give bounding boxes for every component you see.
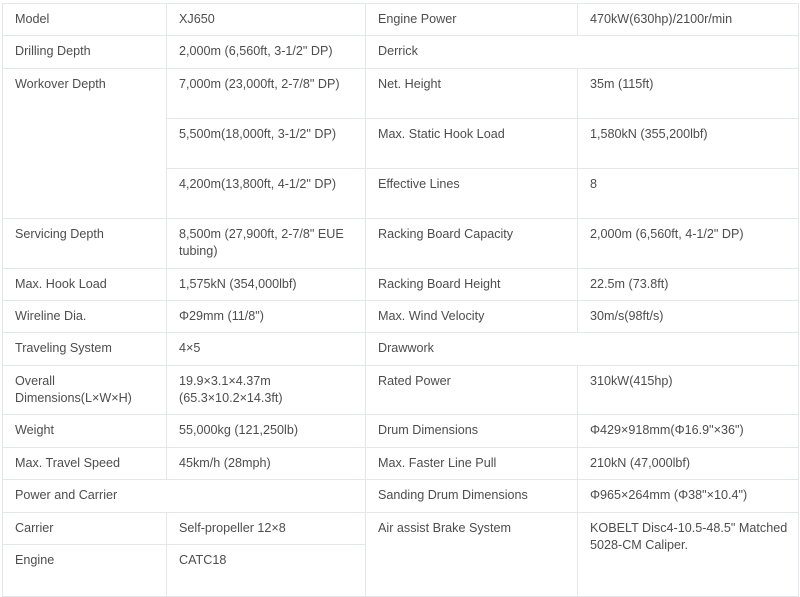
section-header-drawwork: Drawwork [365, 332, 799, 366]
row-value-drum-dimensions: Φ429×918mm(Φ16.9"×36") [577, 414, 799, 448]
row-label-max-static-hook-load: Max. Static Hook Load [365, 117, 578, 169]
section-header-derrick: Derrick [365, 35, 799, 69]
row-value-weight: 55,000kg (121,250lb) [166, 414, 366, 448]
specification-table-container: Model XJ650 Engine Power 470kW(630hp)/21… [0, 0, 800, 597]
row-label-drilling-depth: Drilling Depth [2, 35, 167, 69]
specification-table-body: Model XJ650 Engine Power 470kW(630hp)/21… [2, 2, 799, 597]
row-value-effective-lines: 8 [577, 167, 799, 219]
table-row: Overall Dimensions(L×W×H) 19.9×3.1×4.37m… [2, 364, 799, 416]
row-value-air-assist-brake-system: KOBELT Disc4-10.5-48.5" Matched 5028-CM … [577, 511, 799, 597]
row-label-servicing-depth: Servicing Depth [2, 217, 167, 269]
row-label-drum-dimensions: Drum Dimensions [365, 414, 578, 448]
row-label-max-wind-velocity: Max. Wind Velocity [365, 299, 578, 334]
row-label-engine-power: Engine Power [365, 2, 578, 37]
row-value-engine-power: 470kW(630hp)/2100r/min [577, 2, 799, 37]
row-label-racking-board-capacity: Racking Board Capacity [365, 217, 578, 269]
row-label-racking-board-height: Racking Board Height [365, 267, 578, 301]
table-row: Workover Depth 7,000m (23,000ft, 2-7/8" … [2, 67, 799, 219]
table-row: Carrier Self-propeller 12×8 Air assist B… [2, 511, 799, 597]
table-row: Wireline Dia. Φ29mm (11/8") Max. Wind Ve… [2, 299, 799, 334]
row-label-max-hook-load: Max. Hook Load [2, 267, 167, 301]
row-value-max-hook-load: 1,575kN (354,000lbf) [166, 267, 366, 301]
row-label-traveling-system: Traveling System [2, 332, 167, 366]
row-value-engine: CATC18 [166, 543, 366, 597]
row-value-max-static-hook-load: 1,580kN (355,200lbf) [577, 117, 799, 169]
row-value-carrier: Self-propeller 12×8 [166, 511, 366, 545]
table-row: Model XJ650 Engine Power 470kW(630hp)/21… [2, 2, 799, 37]
row-value-max-wind-velocity: 30m/s(98ft/s) [577, 299, 799, 334]
row-value-workover-depth-2: 5,500m(18,000ft, 3-1/2" DP) [166, 117, 366, 169]
row-value-servicing-depth: 8,500m (27,900ft, 2-7/8" EUE tubing) [166, 217, 366, 269]
row-value-workover-depth-1: 7,000m (23,000ft, 2-7/8" DP) [166, 67, 366, 119]
table-row: Max. Hook Load 1,575kN (354,000lbf) Rack… [2, 267, 799, 301]
table-row: Power and Carrier Sanding Drum Dimension… [2, 479, 799, 513]
row-label-workover-depth: Workover Depth [2, 67, 167, 219]
row-label-wireline-dia: Wireline Dia. [2, 299, 167, 334]
row-label-weight: Weight [2, 414, 167, 448]
row-label-carrier: Carrier [2, 511, 167, 545]
specification-table: Model XJ650 Engine Power 470kW(630hp)/21… [2, 2, 799, 597]
table-row: Drilling Depth 2,000m (6,560ft, 3-1/2" D… [2, 35, 799, 69]
row-value-overall-dimensions: 19.9×3.1×4.37m (65.3×10.2×14.3ft) [166, 364, 366, 416]
row-label-rated-power: Rated Power [365, 364, 578, 416]
row-value-drilling-depth: 2,000m (6,560ft, 3-1/2" DP) [166, 35, 366, 69]
row-value-rated-power: 310kW(415hp) [577, 364, 799, 416]
row-label-model: Model [2, 2, 167, 37]
row-value-max-faster-line-pull: 210kN (47,000lbf) [577, 446, 799, 481]
row-label-overall-dimensions: Overall Dimensions(L×W×H) [2, 364, 167, 416]
row-value-traveling-system: 4×5 [166, 332, 366, 366]
row-value-net-height: 35m (115ft) [577, 67, 799, 119]
row-value-racking-board-capacity: 2,000m (6,560ft, 4-1/2" DP) [577, 217, 799, 269]
row-label-max-travel-speed: Max. Travel Speed [2, 446, 167, 481]
table-row: Max. Travel Speed 45km/h (28mph) Max. Fa… [2, 446, 799, 481]
row-value-model: XJ650 [166, 2, 366, 37]
row-label-max-faster-line-pull: Max. Faster Line Pull [365, 446, 578, 481]
row-label-effective-lines: Effective Lines [365, 167, 578, 219]
row-value-max-travel-speed: 45km/h (28mph) [166, 446, 366, 481]
section-header-power-and-carrier: Power and Carrier [2, 479, 366, 513]
row-label-engine: Engine [2, 543, 167, 597]
row-label-net-height: Net. Height [365, 67, 578, 119]
row-value-wireline-dia: Φ29mm (11/8") [166, 299, 366, 334]
table-row: Weight 55,000kg (121,250lb) Drum Dimensi… [2, 414, 799, 448]
table-row: Servicing Depth 8,500m (27,900ft, 2-7/8"… [2, 217, 799, 269]
row-label-air-assist-brake-system: Air assist Brake System [365, 511, 578, 597]
row-value-racking-board-height: 22.5m (73.8ft) [577, 267, 799, 301]
row-value-sanding-drum-dimensions: Φ965×264mm (Φ38"×10.4") [577, 479, 799, 513]
row-value-workover-depth-3: 4,200m(13,800ft, 4-1/2" DP) [166, 167, 366, 219]
table-row: Traveling System 4×5 Drawwork [2, 332, 799, 366]
row-label-sanding-drum-dimensions: Sanding Drum Dimensions [365, 479, 578, 513]
